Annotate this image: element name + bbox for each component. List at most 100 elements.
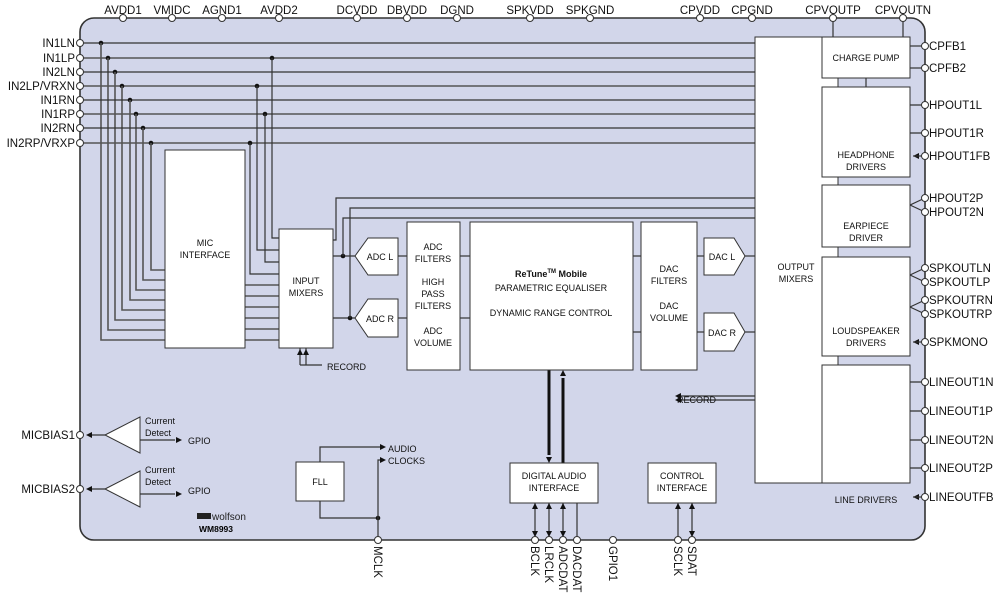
mclk-label: MCLK xyxy=(371,546,383,578)
loudspeaker-drivers-block: LOUDSPEAKER DRIVERS xyxy=(821,256,911,357)
svg-text:FILTERS: FILTERS xyxy=(415,254,451,264)
spkoutlp-pin xyxy=(921,278,929,286)
in1rn-pin xyxy=(76,96,84,104)
hpout1l-pin xyxy=(921,101,929,109)
gpio-label-1: GPIO xyxy=(188,436,211,446)
input-mixers-block: INPUT MIXERS xyxy=(278,228,334,349)
in1rp-label: IN1RP xyxy=(41,109,75,121)
spkoutrp-pin xyxy=(921,310,929,318)
control-interface-block: CONTROL INTERFACE xyxy=(647,462,717,504)
dacdat-pin xyxy=(573,536,581,544)
lineoutfb-label: LINEOUTFB xyxy=(929,492,994,504)
retune-dsp-block: ReTuneTM Mobile PARAMETRIC EQUALISER DYN… xyxy=(469,221,634,371)
micbias2-label: MICBIAS2 xyxy=(21,484,75,496)
micbias1-label: MICBIAS1 xyxy=(21,430,75,442)
svg-text:CONTROL: CONTROL xyxy=(660,471,704,481)
svg-text:wolfson: wolfson xyxy=(211,512,246,523)
in1rp-pin xyxy=(76,110,84,118)
cpvoutp-label: CPVOUTP xyxy=(805,5,861,17)
svg-text:DAC L: DAC L xyxy=(709,252,736,262)
part-number: WM8993 xyxy=(199,524,233,534)
cpvoutn-label: CPVOUTN xyxy=(875,5,931,17)
svg-text:EARPIECE: EARPIECE xyxy=(843,221,889,231)
svg-text:ADC: ADC xyxy=(423,326,443,336)
spkvdd-label: SPKVDD xyxy=(506,5,553,17)
svg-text:LINE DRIVERS: LINE DRIVERS xyxy=(835,495,898,505)
dgnd-label: DGND xyxy=(440,5,474,17)
adc-filters-block: ADC FILTERS HIGH PASS FILTERS ADC VOLUME xyxy=(406,221,461,371)
current-detect-label-2: Current xyxy=(145,465,176,475)
in2rp-vrxp-label: IN2RP/VRXP xyxy=(7,138,76,150)
lineout1p-label: LINEOUT1P xyxy=(929,406,993,418)
bclk-pin xyxy=(531,536,539,544)
sdat-label: SDAT xyxy=(685,546,697,576)
lineout2n-pin xyxy=(921,436,929,444)
hpout1l-label: HPOUT1L xyxy=(929,100,983,112)
headphone-drivers-block: HEADPHONE DRIVERS xyxy=(821,86,911,178)
svg-text:VOLUME: VOLUME xyxy=(414,338,452,348)
sclk-label: SCLK xyxy=(671,546,683,576)
lineout1p-pin xyxy=(921,407,929,415)
vmidc-label: VMIDC xyxy=(153,5,190,17)
in1lp-pin xyxy=(76,54,84,62)
lineout2p-pin xyxy=(921,464,929,472)
svg-text:DRIVER: DRIVER xyxy=(849,233,884,243)
in1lp-label: IN1LP xyxy=(43,53,75,65)
spkmono-pin xyxy=(921,338,929,346)
lrclk-pin xyxy=(545,536,553,544)
hpout2n-label: HPOUT2N xyxy=(929,207,984,219)
in2rp-vrxp-pin xyxy=(76,139,84,147)
svg-text:INTERFACE: INTERFACE xyxy=(529,483,580,493)
adcdat-pin xyxy=(559,536,567,544)
fll-block: FLL xyxy=(295,461,345,502)
current-detect-label-1: Current xyxy=(145,416,176,426)
svg-text:FILTERS: FILTERS xyxy=(651,276,687,286)
adcdat-label: ADCDAT xyxy=(556,546,568,592)
cpfb2-pin xyxy=(921,64,929,72)
svg-text:FLL: FLL xyxy=(312,477,328,487)
svg-text:INTERFACE: INTERFACE xyxy=(657,483,708,493)
dac-filters-block: DAC FILTERS DAC VOLUME xyxy=(640,221,698,371)
svg-text:PASS: PASS xyxy=(421,289,444,299)
hpout1fb-pin xyxy=(921,152,929,160)
hpout1r-label: HPOUT1R xyxy=(929,128,984,140)
in2lp-vrxn-label: IN2LP/VRXN xyxy=(8,81,75,93)
dbvdd-label: DBVDD xyxy=(387,5,427,17)
svg-text:FILTERS: FILTERS xyxy=(415,301,451,311)
dacdat-label: DACDAT xyxy=(570,546,582,592)
cpgnd-label: CPGND xyxy=(731,5,773,17)
hpout1r-pin xyxy=(921,129,929,137)
hpout2p-label: HPOUT2P xyxy=(929,193,984,205)
svg-text:DAC: DAC xyxy=(659,301,679,311)
digital-audio-interface-block: DIGITAL AUDIO INTERFACE xyxy=(509,462,599,504)
in2ln-label: IN2LN xyxy=(42,67,75,79)
svg-text:INPUT: INPUT xyxy=(293,276,321,286)
charge-pump-block: CHARGE PUMP xyxy=(821,36,911,79)
in2lp-vrxn-pin xyxy=(76,82,84,90)
svg-text:OUTPUT: OUTPUT xyxy=(778,262,816,272)
svg-text:VOLUME: VOLUME xyxy=(650,313,688,323)
spkoutln-pin xyxy=(921,264,929,272)
sdat-pin xyxy=(688,536,696,544)
svg-text:HIGH: HIGH xyxy=(422,277,445,287)
agnd1-label: AGND1 xyxy=(202,5,242,17)
bclk-label: BCLK xyxy=(528,546,540,576)
in2rn-pin xyxy=(76,124,84,132)
in2ln-pin xyxy=(76,68,84,76)
avdd1-label: AVDD1 xyxy=(104,5,142,17)
hpout2n-pin xyxy=(921,208,929,216)
cpfb1-label: CPFB1 xyxy=(929,41,966,53)
svg-text:MIXERS: MIXERS xyxy=(779,274,814,284)
record-label-output: RECORD xyxy=(677,395,717,405)
spkgnd-label: SPKGND xyxy=(566,5,615,17)
spkoutlp-label: SPKOUTLP xyxy=(929,277,991,289)
avdd2-label: AVDD2 xyxy=(260,5,298,17)
cpfb2-label: CPFB2 xyxy=(929,63,966,75)
svg-text:DRIVERS: DRIVERS xyxy=(846,338,886,348)
spkoutrn-pin xyxy=(921,296,929,304)
in2rn-label: IN2RN xyxy=(40,123,75,135)
svg-text:DRIVERS: DRIVERS xyxy=(846,162,886,172)
svg-text:HEADPHONE: HEADPHONE xyxy=(837,150,894,160)
record-label-input: RECORD xyxy=(327,362,367,372)
gpio1-pin xyxy=(609,536,617,544)
